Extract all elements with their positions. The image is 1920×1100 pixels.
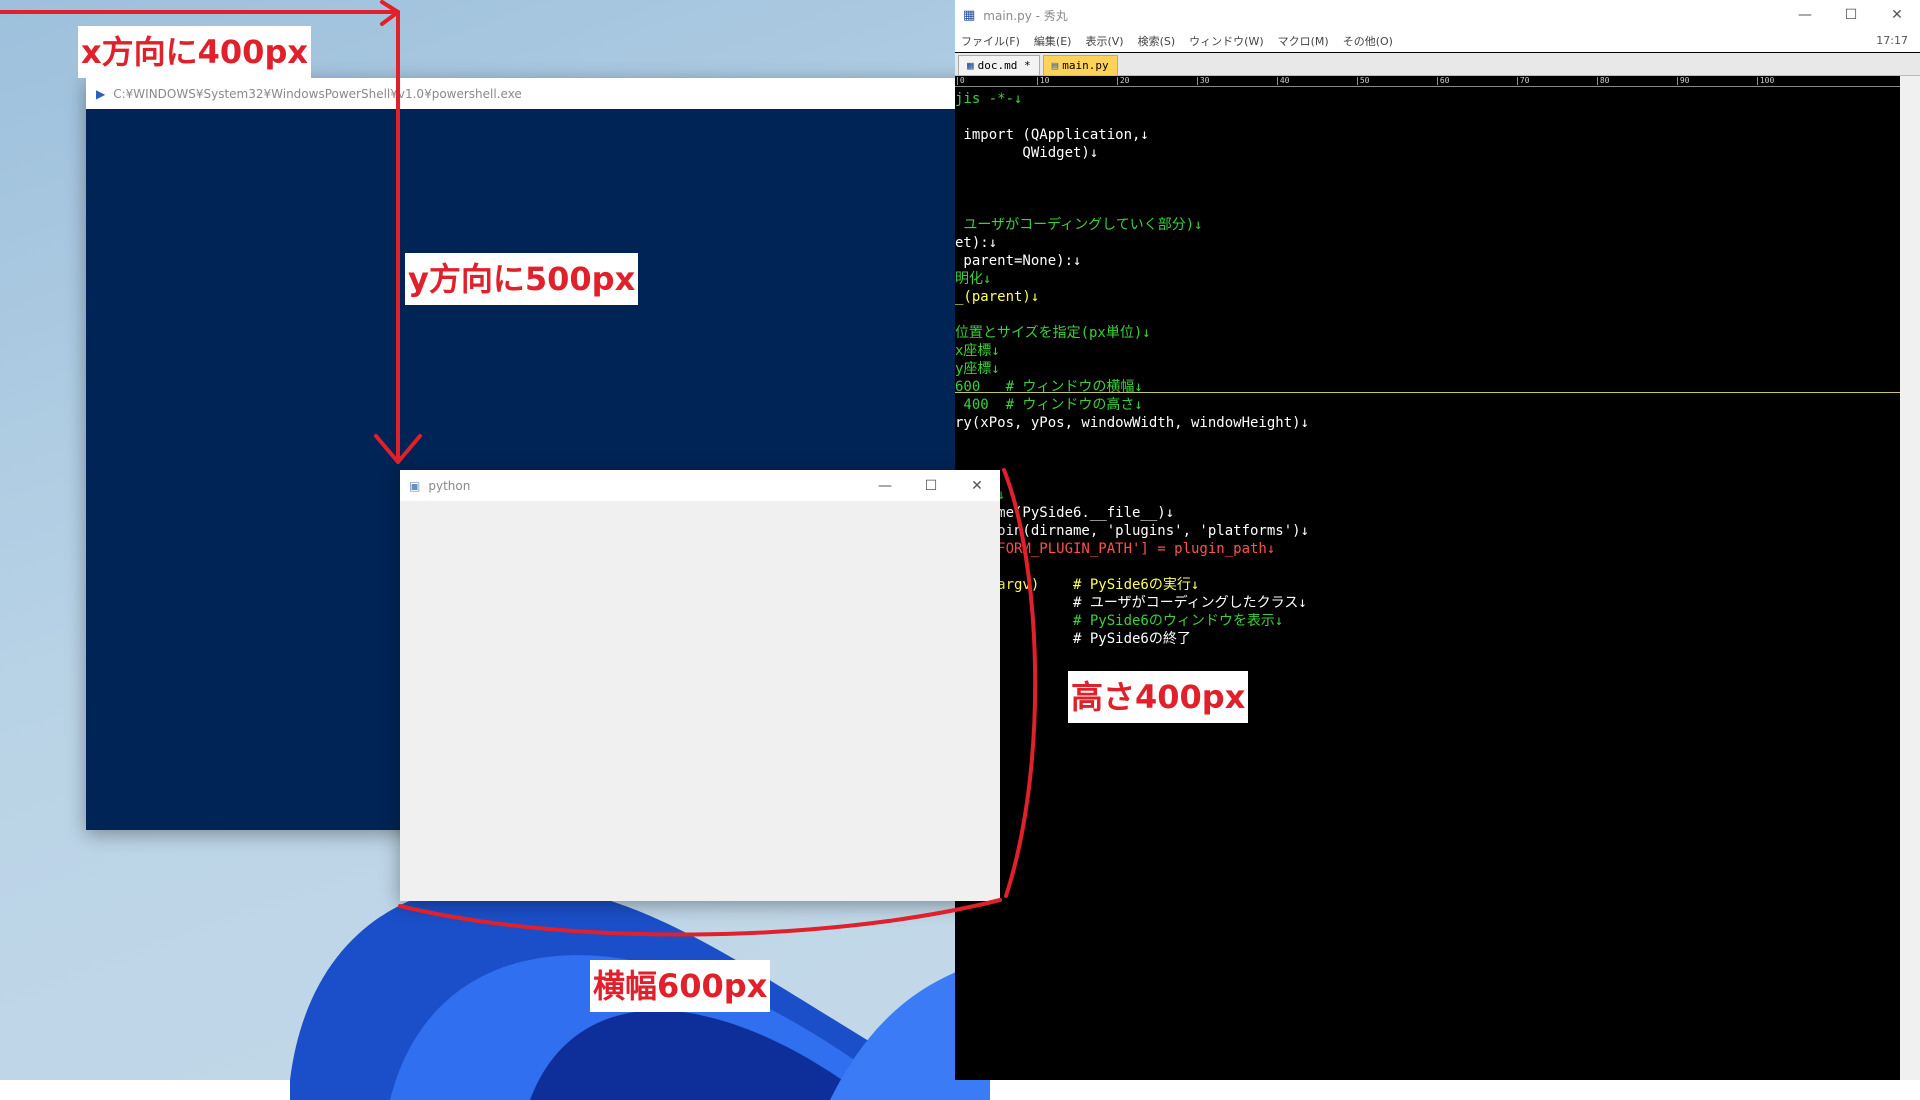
code-line: QWidget)↓ <box>955 145 1099 161</box>
ruler-tick: |70 <box>1515 76 1530 85</box>
ruler-tick: |80 <box>1595 76 1610 85</box>
hidemaru-app-icon: ▦ <box>963 7 976 23</box>
editor-close-button[interactable]: ✕ <box>1874 0 1920 30</box>
code-line: ユーザがコーディングしていく部分)↓ <box>955 217 1203 233</box>
editor-maximize-button[interactable]: ☐ <box>1828 0 1874 30</box>
ruler-tick: |30 <box>1195 76 1210 85</box>
menu-other[interactable]: その他(O) <box>1343 33 1393 49</box>
tab-label: main.py <box>1062 59 1109 72</box>
ruler-tick: |90 <box>1675 76 1690 85</box>
code-line: import (QApplication,↓ <box>955 127 1149 143</box>
ruler-tick: |10 <box>1035 76 1050 85</box>
python-titlebar[interactable]: ▣ python — ☐ ✕ <box>400 470 1000 501</box>
width-label: 横幅600px <box>590 960 771 1012</box>
ruler-tick: |100 <box>1755 76 1775 85</box>
code-line: et):↓ <box>955 235 998 251</box>
ruler-tick: |0 <box>955 76 965 85</box>
python-app-icon: ▣ <box>409 478 421 493</box>
powershell-title: C:¥WINDOWS¥System32¥WindowsPowerShell¥v1… <box>113 86 522 101</box>
menu-file[interactable]: ファイル(F) <box>961 33 1020 49</box>
editor-minimize-button[interactable]: — <box>1782 0 1828 30</box>
code-area[interactable]: jis -*-↓ import (QApplication,↓ QWidget)… <box>955 86 1900 1080</box>
menu-macro[interactable]: マクロ(M) <box>1278 33 1329 49</box>
ruler-tick: |50 <box>1355 76 1370 85</box>
ruler-tick: |20 <box>1115 76 1130 85</box>
python-file-icon: ▤ <box>1051 59 1059 72</box>
code-line: 明化↓ <box>955 271 992 287</box>
editor-titlebar[interactable]: ▦ main.py - 秀丸 — ☐ ✕ <box>955 0 1920 31</box>
tab-label: doc.md * <box>977 59 1031 72</box>
menu-search[interactable]: 検索(S) <box>1138 33 1176 49</box>
code-line: ry(xPos, yPos, windowWidth, windowHeight… <box>955 415 1310 431</box>
ruler-tick: |60 <box>1435 76 1450 85</box>
editor-clock: 17:17 <box>1876 34 1908 47</box>
file-icon: ▦ <box>967 59 974 72</box>
code-line: 400 # ウィンドウの高さ↓ <box>955 397 1143 413</box>
code-line: 600 # ウィンドウの横幅↓ <box>955 379 1143 395</box>
ruler-tick: |40 <box>1275 76 1290 85</box>
y-offset-label: y方向に500px <box>405 253 639 305</box>
editor-tab-bar: ▦ doc.md * ▤ main.py ✕ <box>955 53 1920 124</box>
python-close-button[interactable]: ✕ <box>954 470 1000 501</box>
code-line: y座標↓ <box>955 361 1000 377</box>
tab-doc-md[interactable]: ▦ doc.md * <box>958 55 1040 75</box>
tab-main-py[interactable]: ▤ main.py <box>1042 55 1118 75</box>
editor-scrollbar[interactable] <box>1900 76 1920 1080</box>
powershell-icon: ▶ <box>96 86 106 101</box>
code-line: w() # ユーザがコーディングしたクラス↓ <box>955 595 1307 611</box>
code-line: parent=None):↓ <box>955 253 1082 269</box>
x-offset-label: x方向に400px <box>78 26 311 78</box>
python-window[interactable]: ▣ python — ☐ ✕ <box>400 470 1000 901</box>
editor-window[interactable]: ▦ main.py - 秀丸 — ☐ ✕ ファイル(F) 編集(E) 表示(V)… <box>955 0 1920 1080</box>
editor-title: main.py - 秀丸 <box>983 8 1068 23</box>
code-line: _PLATFORM_PLUGIN_PATH'] = plugin_path↓ <box>955 541 1276 557</box>
python-minimize-button[interactable]: — <box>862 470 908 501</box>
menu-view[interactable]: 表示(V) <box>1085 33 1123 49</box>
code-line: x座標↓ <box>955 343 1000 359</box>
editor-menubar: ファイル(F) 編集(E) 表示(V) 検索(S) ウィンドウ(W) マクロ(M… <box>955 30 1920 52</box>
python-maximize-button[interactable]: ☐ <box>908 470 954 501</box>
code-line: 位置とサイズを指定(px単位)↓ <box>955 325 1151 341</box>
python-title: python <box>428 478 471 493</box>
menu-edit[interactable]: 編集(E) <box>1034 33 1072 49</box>
code-line: # PySide6のウィンドウを表示↓ <box>955 613 1284 629</box>
height-label: 高さ400px <box>1068 671 1249 723</box>
code-line: _(parent)↓ <box>955 289 1040 305</box>
code-line: ath.join(dirname, 'plugins', 'platforms'… <box>955 523 1310 539</box>
code-line: jis -*-↓ <box>955 91 1023 107</box>
menu-window[interactable]: ウィンドウ(W) <box>1189 33 1263 49</box>
